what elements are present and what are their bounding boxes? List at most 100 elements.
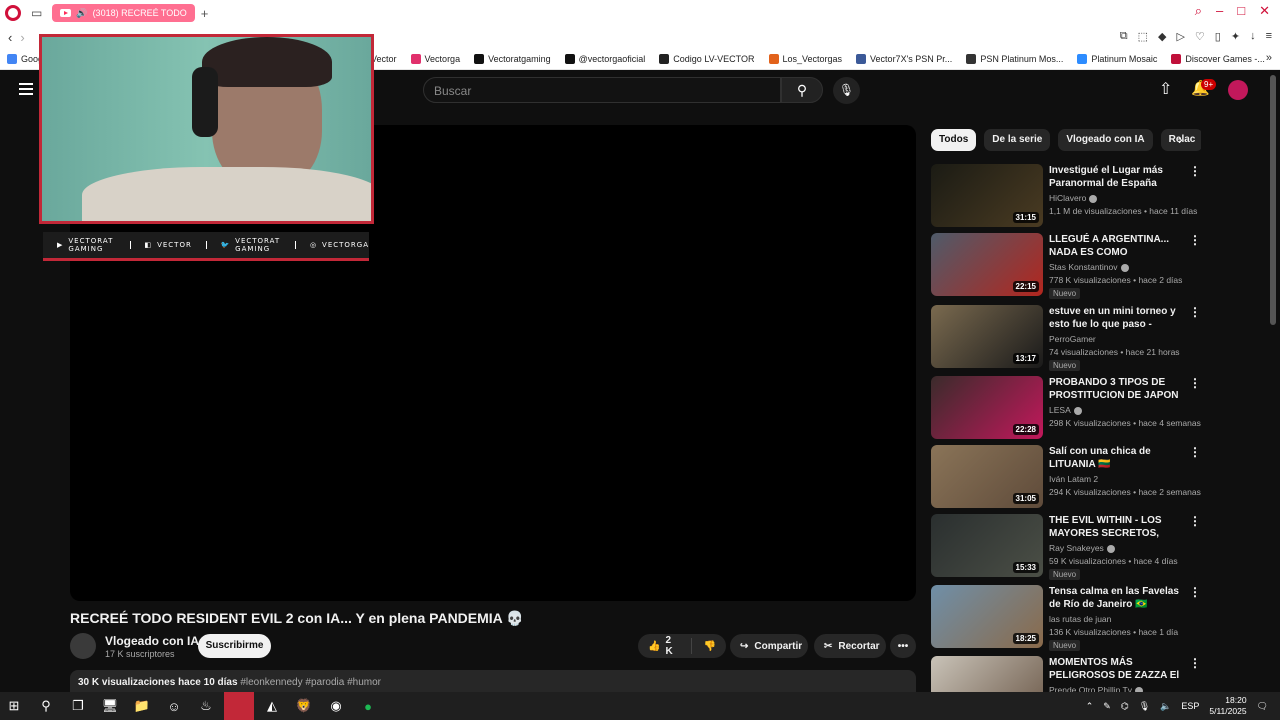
chip-vlogeado-con-ia[interactable]: Vlogeado con IA bbox=[1058, 129, 1153, 151]
dislike-button[interactable]: 👎 bbox=[704, 641, 716, 652]
discord-icon[interactable]: ☺ bbox=[160, 692, 188, 720]
clip-button[interactable]: ✂ Recortar bbox=[814, 634, 886, 658]
voice-search-button[interactable]: 🎙 bbox=[833, 77, 860, 104]
recommendation-item[interactable]: 22:15 LLEGUÉ A ARGENTINA... NADA ES COMO … bbox=[931, 233, 1203, 299]
hamburger-menu-icon[interactable] bbox=[19, 83, 33, 98]
bookmark-item[interactable]: @vectorgaoficial bbox=[558, 53, 653, 64]
recommendation-title[interactable]: THE EVIL WITHIN - LOS MAYORES SECRETOS, … bbox=[1049, 514, 1187, 540]
notification-icon[interactable]: 🗨 bbox=[1257, 701, 1268, 712]
recommendation-thumbnail[interactable]: 31:05 bbox=[931, 445, 1043, 508]
language-indicator[interactable]: ESP bbox=[1181, 701, 1199, 711]
bookmark-item[interactable]: Discover Games -... bbox=[1164, 53, 1272, 64]
upload-icon[interactable]: ⇧ bbox=[1159, 79, 1172, 99]
bookmark-item[interactable]: PSN Platinum Mos... bbox=[959, 53, 1070, 64]
recommendation-title[interactable]: estuve en un mini torneo y esto fue lo q… bbox=[1049, 305, 1187, 331]
computer-icon[interactable]: 🖥 bbox=[96, 692, 124, 720]
recommendation-thumbnail[interactable]: 18:25 bbox=[931, 585, 1043, 648]
recommendation-item[interactable]: 15:33 THE EVIL WITHIN - LOS MAYORES SECRE… bbox=[931, 514, 1203, 580]
app-icon[interactable]: ◭ bbox=[258, 692, 286, 720]
recommendation-channel[interactable]: Ray Snakeyes bbox=[1049, 543, 1115, 553]
more-vertical-icon[interactable]: ⋮ bbox=[1189, 445, 1201, 459]
recommendation-item[interactable]: 31:15 Investigué el Lugar más Paranormal … bbox=[931, 164, 1203, 228]
recommendation-item[interactable]: 22:28 PROBANDO 3 TIPOS DE PROSTITUCION DE… bbox=[931, 376, 1203, 440]
bookmark-item[interactable]: Platinum Mosaic bbox=[1070, 53, 1164, 64]
bookmark-item[interactable]: Los_Vectorgas bbox=[762, 53, 850, 64]
snapshot-icon[interactable]: ⬚ bbox=[1138, 30, 1148, 43]
recommendation-item[interactable]: 13:17 estuve en un mini torneo y esto fue… bbox=[931, 305, 1203, 371]
scrollbar-thumb[interactable] bbox=[1270, 75, 1276, 325]
spotify-icon[interactable]: ● bbox=[354, 692, 382, 720]
recommendation-thumbnail[interactable]: 22:15 bbox=[931, 233, 1043, 296]
chip-de-la-serie[interactable]: De la serie bbox=[984, 129, 1051, 151]
recommendation-item[interactable]: 31:05 Salí con una chica de LITUANIA 🇱🇹 Iv… bbox=[931, 445, 1203, 509]
recommendation-channel[interactable]: Iván Latam 2 bbox=[1049, 474, 1098, 484]
search-input[interactable]: Buscar bbox=[423, 77, 781, 103]
speaker-icon[interactable]: 🔈 bbox=[1160, 701, 1171, 712]
share-button[interactable]: ↪ Compartir bbox=[730, 634, 808, 658]
user-avatar[interactable] bbox=[1228, 80, 1248, 100]
recommendation-title[interactable]: MOMENTOS MÁS PELIGROSOS DE ZAZZA El ITAL… bbox=[1049, 656, 1187, 682]
like-button[interactable]: 👍 2 K bbox=[648, 635, 679, 657]
extension-icon[interactable]: ⧉ bbox=[1120, 30, 1128, 43]
menu-icon[interactable]: ≡ bbox=[1266, 30, 1272, 43]
opera-taskbar-icon[interactable] bbox=[224, 692, 254, 720]
more-vertical-icon[interactable]: ⋮ bbox=[1189, 585, 1201, 599]
recommendation-thumbnail[interactable]: 22:28 bbox=[931, 376, 1043, 439]
bookmark-item[interactable]: Vectoratgaming bbox=[467, 53, 558, 64]
download-icon[interactable]: ↓ bbox=[1250, 30, 1256, 43]
close-button[interactable]: ✕ bbox=[1259, 3, 1270, 19]
recommendation-title[interactable]: Tensa calma en las Favelas de Río de Jan… bbox=[1049, 585, 1187, 611]
recommendation-channel[interactable]: PerroGamer bbox=[1049, 334, 1096, 344]
speaker-icon[interactable]: 🔊 bbox=[76, 8, 87, 19]
brave-icon[interactable]: 🦁 bbox=[290, 692, 318, 720]
tab-overview-icon[interactable]: ▭ bbox=[31, 6, 42, 20]
more-vertical-icon[interactable]: ⋮ bbox=[1189, 164, 1201, 178]
subscribe-button[interactable]: Suscribirme bbox=[198, 634, 271, 658]
chevron-up-icon[interactable]: ⌃ bbox=[1086, 701, 1094, 712]
recommendation-thumbnail[interactable]: 13:17 bbox=[931, 305, 1043, 368]
bookmark-item[interactable]: Vectorga bbox=[404, 53, 468, 64]
network-icon[interactable]: ⌬ bbox=[1121, 701, 1129, 712]
chip-todos[interactable]: Todos bbox=[931, 129, 977, 151]
maximize-button[interactable]: □ bbox=[1237, 3, 1245, 19]
more-vertical-icon[interactable]: ⋮ bbox=[1189, 656, 1201, 670]
opera-logo-icon[interactable] bbox=[5, 5, 21, 21]
recommendation-thumbnail[interactable]: 15:33 bbox=[931, 514, 1043, 577]
bookmark-item[interactable]: Codigo LV-VECTOR bbox=[652, 53, 761, 64]
recommendation-channel[interactable]: las rutas de juan bbox=[1049, 614, 1111, 624]
bookmarks-overflow-icon[interactable]: » bbox=[1266, 52, 1272, 64]
more-vertical-icon[interactable]: ⋮ bbox=[1189, 233, 1201, 247]
more-actions-button[interactable]: ••• bbox=[890, 634, 916, 658]
channel-name[interactable]: Vlogeado con IA bbox=[105, 634, 199, 648]
more-vertical-icon[interactable]: ⋮ bbox=[1189, 376, 1201, 390]
play-icon[interactable]: ▷ bbox=[1176, 30, 1184, 43]
clock[interactable]: 18:20 5/11/2025 bbox=[1209, 695, 1246, 717]
channel-avatar[interactable] bbox=[70, 633, 96, 659]
forward-arrow-icon[interactable]: › bbox=[20, 30, 24, 45]
task-view-icon[interactable]: ❐ bbox=[64, 692, 92, 720]
recommendation-title[interactable]: PROBANDO 3 TIPOS DE PROSTITUCION DE JAPO… bbox=[1049, 376, 1187, 402]
recommendation-channel[interactable]: Stas Konstantinov bbox=[1049, 262, 1129, 272]
windows-start-icon[interactable]: ⊞ bbox=[0, 692, 28, 720]
heart-icon[interactable]: ♡ bbox=[1195, 30, 1205, 43]
recommendation-channel[interactable]: LESA bbox=[1049, 405, 1082, 415]
obs-icon[interactable]: ◉ bbox=[322, 692, 350, 720]
search-tabs-icon[interactable]: ⌕ bbox=[1195, 3, 1202, 19]
recommendation-thumbnail[interactable]: 31:15 bbox=[931, 164, 1043, 227]
chevron-right-icon[interactable]: › bbox=[1178, 131, 1183, 147]
folder-icon[interactable]: 📁 bbox=[128, 692, 156, 720]
new-tab-button[interactable]: + bbox=[201, 6, 209, 21]
search-icon[interactable]: ⚲ bbox=[32, 692, 60, 720]
recommendation-item[interactable]: 18:25 Tensa calma en las Favelas de Río d… bbox=[931, 585, 1203, 651]
more-vertical-icon[interactable]: ⋮ bbox=[1189, 514, 1201, 528]
back-arrow-icon[interactable]: ‹ bbox=[8, 30, 12, 45]
search-button[interactable]: ⚲ bbox=[781, 77, 823, 103]
recommendation-channel[interactable]: HiClavero bbox=[1049, 193, 1098, 203]
shield-icon[interactable]: ◆ bbox=[1158, 30, 1166, 43]
recommendation-title[interactable]: Salí con una chica de LITUANIA 🇱🇹 bbox=[1049, 445, 1187, 471]
recommendation-title[interactable]: Investigué el Lugar más Paranormal de Es… bbox=[1049, 164, 1187, 190]
minimize-button[interactable]: – bbox=[1216, 3, 1223, 19]
steam-icon[interactable]: ♨ bbox=[192, 692, 220, 720]
bookmark-item[interactable]: Vector7X's PSN Pr... bbox=[849, 53, 959, 64]
pen-icon[interactable]: ✎ bbox=[1103, 701, 1111, 712]
